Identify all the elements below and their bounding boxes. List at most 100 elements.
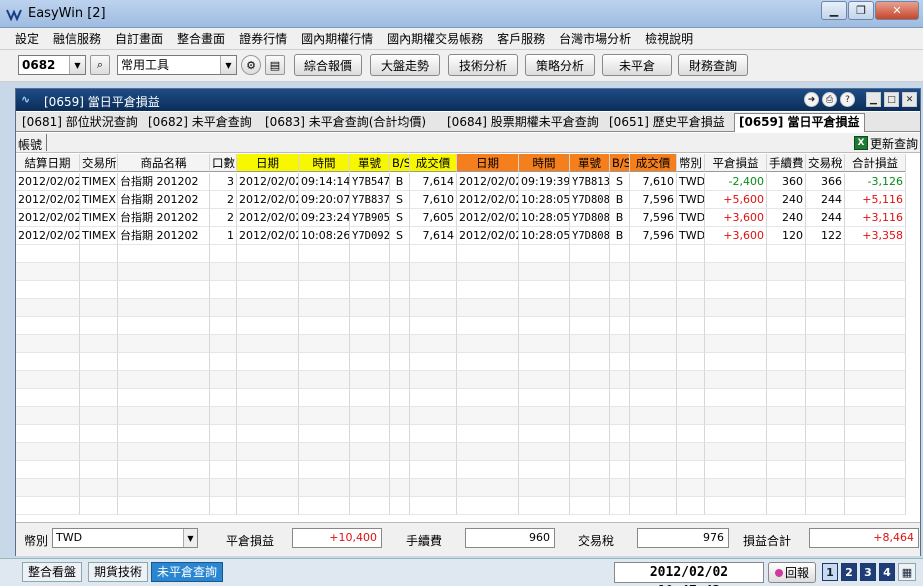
empty-cell — [16, 497, 80, 515]
empty-cell — [767, 389, 806, 407]
header-close-time[interactable]: 時間 — [519, 154, 570, 172]
empty-cell — [118, 299, 210, 317]
bottom-tab-futures-tech[interactable]: 期貨技術 — [88, 562, 149, 582]
header-lots[interactable]: 口數 — [210, 154, 237, 172]
menu-securities-quotes[interactable]: 證券行情 — [232, 28, 294, 50]
menu-integrated-screen[interactable]: 整合畫面 — [170, 28, 232, 50]
table-row[interactable]: 2012/02/02 TIMEX 台指期 201202 2 2012/02/02 09:2… — [16, 191, 920, 209]
header-closing-pl[interactable]: 平倉損益 — [705, 154, 767, 172]
child-maximize-button[interactable]: □ — [884, 92, 899, 107]
header-open-bs[interactable]: B/S — [390, 154, 410, 172]
market-trend-button[interactable]: 大盤走勢 — [370, 54, 440, 76]
search-icon[interactable]: ⌕ — [90, 55, 110, 75]
cell-close-bs: B — [610, 191, 630, 209]
empty-cell — [705, 389, 767, 407]
table-row[interactable]: 2012/02/02 TIMEX 台指期 201202 3 2012/02/02 09:1… — [16, 173, 920, 191]
tab-0682[interactable]: [0682] 未平倉查詢 — [144, 114, 256, 132]
header-product[interactable]: 商品名稱 — [118, 154, 210, 172]
header-close-order-no[interactable]: 單號 — [570, 154, 610, 172]
header-currency[interactable]: 幣別 — [677, 154, 705, 172]
menu-futures-quotes[interactable]: 國內期權行情 — [294, 28, 380, 50]
restore-button[interactable]: ❐ — [848, 1, 874, 20]
empty-cell — [767, 335, 806, 353]
header-close-date[interactable]: 日期 — [457, 154, 519, 172]
empty-cell — [350, 281, 390, 299]
child-close-button[interactable]: ✕ — [902, 92, 917, 107]
header-total-pl[interactable]: 合計損益 — [845, 154, 906, 172]
currency-select[interactable]: TWD ▼ — [52, 528, 198, 548]
header-close-bs[interactable]: B/S — [610, 154, 630, 172]
gear-icon[interactable]: ⚙ — [241, 55, 261, 75]
tab-0684[interactable]: [0684] 股票期權未平倉查詢 — [443, 114, 603, 132]
header-fee[interactable]: 手續費 — [767, 154, 806, 172]
strategy-analysis-button[interactable]: 策略分析 — [525, 54, 595, 76]
account-input[interactable] — [46, 134, 50, 151]
page-2-button[interactable]: 2 — [841, 563, 857, 581]
empty-cell — [457, 371, 519, 389]
empty-cell — [16, 281, 80, 299]
menu-settings[interactable]: 設定 — [8, 28, 46, 50]
child-minimize-button[interactable]: ▁ — [866, 92, 881, 107]
header-settle-date[interactable]: 結算日期 — [16, 154, 80, 172]
financial-query-button[interactable]: 財務查詢 — [678, 54, 748, 76]
technical-analysis-button[interactable]: 技術分析 — [448, 54, 518, 76]
print-icon[interactable]: ⎙ — [822, 92, 837, 107]
empty-cell — [677, 263, 705, 281]
chevron-down-icon[interactable]: ▼ — [69, 56, 85, 74]
chevron-down-icon[interactable]: ▼ — [220, 56, 236, 74]
table-row[interactable]: 2012/02/02 TIMEX 台指期 201202 1 2012/02/02 10:0… — [16, 227, 920, 245]
minimize-button[interactable]: ▁ — [821, 1, 847, 20]
cell-exchange: TIMEX — [80, 191, 118, 209]
header-open-price[interactable]: 成交價 — [410, 154, 457, 172]
header-exchange[interactable]: 交易所 — [80, 154, 118, 172]
empty-cell — [118, 371, 210, 389]
empty-cell — [350, 479, 390, 497]
refresh-query-button[interactable]: X 更新查詢 — [853, 134, 918, 152]
excel-icon[interactable]: X — [853, 136, 868, 150]
menu-margin-service[interactable]: 融信服務 — [46, 28, 108, 50]
layout-icon[interactable]: ▦ — [898, 563, 916, 581]
empty-cell — [677, 407, 705, 425]
header-open-time[interactable]: 時間 — [299, 154, 350, 172]
header-open-order-no[interactable]: 單號 — [350, 154, 390, 172]
page-3-button[interactable]: 3 — [860, 563, 876, 581]
tab-0681[interactable]: [0681] 部位狀況查詢 — [18, 114, 142, 132]
page-4-button[interactable]: 4 — [879, 563, 895, 581]
menu-futures-accounts[interactable]: 國內期權交易帳務 — [380, 28, 490, 50]
empty-cell — [210, 317, 237, 335]
bottom-tab-open-interest[interactable]: 未平倉查詢 — [151, 562, 224, 582]
quote-summary-button[interactable]: 綜合報價 — [294, 54, 362, 76]
menu-view-help[interactable]: 檢視說明 — [638, 28, 700, 50]
header-close-price[interactable]: 成交價 — [630, 154, 677, 172]
help-icon[interactable]: ? — [840, 92, 855, 107]
tools-combo[interactable]: 常用工具 ▼ — [117, 55, 237, 75]
chevron-down-icon[interactable]: ▼ — [183, 529, 197, 547]
open-interest-button[interactable]: 未平倉 — [602, 54, 672, 76]
header-tax[interactable]: 交易稅 — [806, 154, 845, 172]
empty-cell — [210, 389, 237, 407]
tab-0683[interactable]: [0683] 未平倉查詢(合計均價) — [261, 114, 430, 132]
empty-cell — [390, 245, 410, 263]
empty-cell — [80, 479, 118, 497]
window-layout-icon[interactable]: ▤ — [265, 55, 285, 75]
empty-cell — [410, 245, 457, 263]
page-1-button[interactable]: 1 — [822, 563, 838, 581]
empty-cell — [705, 461, 767, 479]
export-icon[interactable]: ➜ — [804, 92, 819, 107]
table-row[interactable]: 2012/02/02 TIMEX 台指期 201202 2 2012/02/02 09:2… — [16, 209, 920, 227]
cell-fee: 120 — [767, 227, 806, 245]
menu-market-analysis[interactable]: 台灣市場分析 — [552, 28, 638, 50]
menu-customer-service[interactable]: 客戶服務 — [490, 28, 552, 50]
empty-row — [16, 353, 920, 371]
bottom-tab-integrated[interactable]: 整合看盤 — [22, 562, 83, 582]
menu-custom-screen[interactable]: 自訂畫面 — [108, 28, 170, 50]
tab-0659[interactable]: [0659] 當日平倉損益 — [734, 113, 865, 132]
currency-label: 幣別 — [24, 534, 49, 548]
function-code-combo[interactable]: 0682 ▼ — [18, 55, 86, 75]
report-button[interactable]: 回報 — [768, 562, 816, 583]
close-button[interactable]: ✕ — [875, 1, 919, 20]
empty-row — [16, 281, 920, 299]
cell-open-time: 10:08:26 — [299, 227, 350, 245]
header-open-date[interactable]: 日期 — [237, 154, 299, 172]
tab-0651[interactable]: [0651] 歷史平倉損益 — [605, 114, 729, 132]
